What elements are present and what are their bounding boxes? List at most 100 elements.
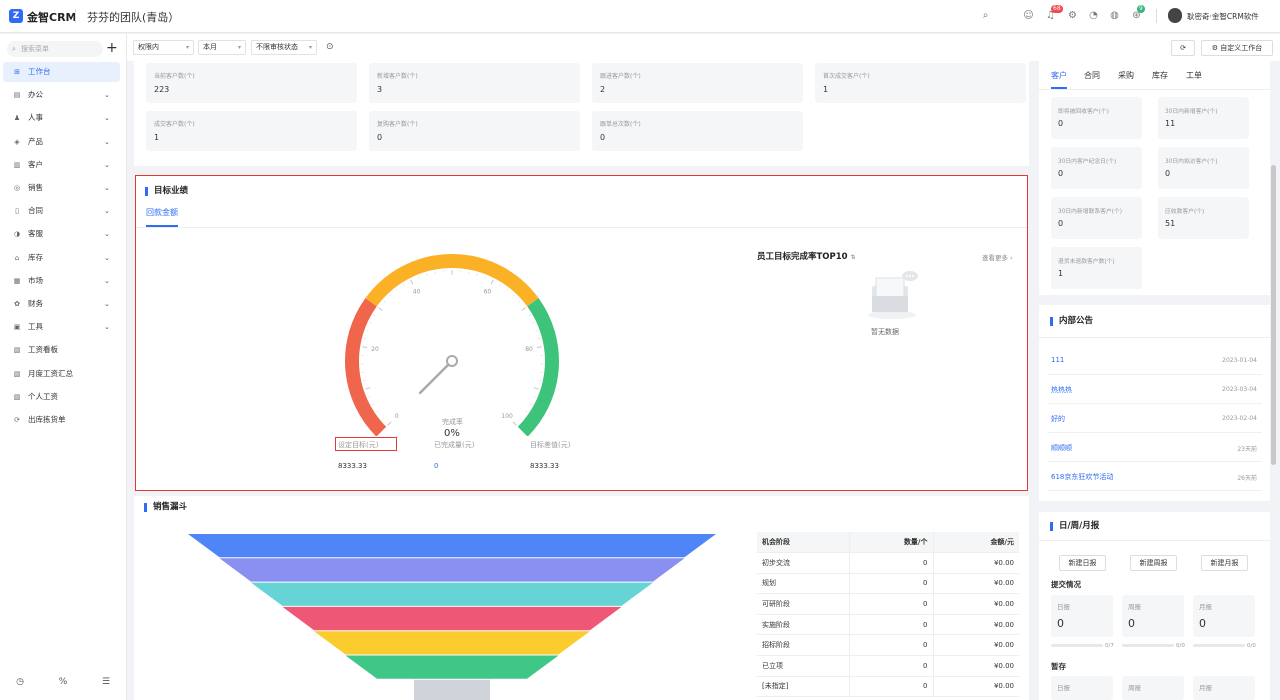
globe-icon[interactable]: ◍ <box>1108 9 1121 22</box>
sidebar-item-9[interactable]: ▦ 市场 ⌄ <box>3 271 120 291</box>
tab-work-order[interactable]: 工单 <box>1186 70 1202 81</box>
report-card[interactable]: 周报 0 <box>1122 595 1184 637</box>
tab-payment-amount[interactable]: 回款金额 <box>146 207 178 227</box>
collapse-menu-icon[interactable]: ☰ <box>99 677 113 691</box>
new-monthly-report-button[interactable]: 新建月报 <box>1201 555 1248 571</box>
funnel-segment[interactable] <box>282 606 622 631</box>
sidebar-item-13[interactable]: ▧ 月度工资汇总 <box>3 364 120 384</box>
filter-settings-icon[interactable]: ⊙ <box>326 42 334 52</box>
divider <box>1156 9 1157 23</box>
tab-contract[interactable]: 合同 <box>1084 70 1100 81</box>
panel-title: 日/周/月报 <box>1050 522 1099 531</box>
tab-purchase[interactable]: 采购 <box>1118 70 1134 81</box>
new-daily-report-button[interactable]: 新建日报 <box>1059 555 1106 571</box>
clock-icon[interactable]: ◔ <box>1087 9 1100 22</box>
funnel-chart <box>188 534 716 700</box>
funnel-segment[interactable] <box>219 558 685 582</box>
gear-icon[interactable]: ⚙ <box>1066 9 1079 22</box>
notice-link[interactable]: 顺顺顺 <box>1051 443 1072 453</box>
sidebar-item-2[interactable]: ♟ 人事 ⌄ <box>3 108 120 128</box>
report-value: 0 <box>1128 617 1135 630</box>
sidebar-item-10[interactable]: ✿ 财务 ⌄ <box>3 294 120 314</box>
chevron-down-icon: ⌄ <box>104 160 110 169</box>
divider <box>1039 540 1270 541</box>
sidebar-item-1[interactable]: ▤ 办公 ⌄ <box>3 85 120 105</box>
notice-link[interactable]: 111 <box>1051 356 1064 364</box>
draft-card[interactable]: 月报 <box>1193 676 1255 700</box>
funnel-table: 机会阶段 数量/个 金额/元 初步交流 0 ¥0.00 规划 0 ¥0.00 可研阶段 0 ¥0… <box>757 532 1019 698</box>
user-name[interactable]: 耿密奇·金智CRM软件 <box>1187 11 1259 22</box>
sidebar-item-6[interactable]: ▯ 合同 ⌄ <box>3 201 120 221</box>
stat-card: 跟进客户数(个) 2 <box>592 63 803 103</box>
sidebar-item-11[interactable]: ▣ 工具 ⌄ <box>3 317 120 337</box>
new-weekly-report-button[interactable]: 新建周报 <box>1130 555 1177 571</box>
sales-funnel-panel: 销售漏斗 机会阶段 数量/个 金额/元 初步交流 0 ¥0.00 规划 0 ¥0.00 可研… <box>134 496 1029 700</box>
sidebar-item-0[interactable]: ⊞ 工作台 <box>3 62 120 82</box>
sidebar-item-14[interactable]: ▧ 个人工资 <box>3 387 120 407</box>
audit-select[interactable]: 不限审核状态 ▾ <box>251 40 317 55</box>
funnel-segment[interactable] <box>414 679 490 700</box>
avatar[interactable] <box>1168 8 1182 23</box>
table-cell: 0 <box>849 552 934 574</box>
scope-select[interactable]: 权限内 ▾ <box>133 40 194 55</box>
report-card[interactable]: 日报 0 <box>1051 595 1113 637</box>
stat-value: 3 <box>377 85 383 94</box>
panel-title: 目标业绩 <box>145 187 188 196</box>
chevron-down-icon: ▾ <box>237 44 241 51</box>
table-cell: 0 <box>849 573 934 595</box>
view-more-link[interactable]: 查看更多 › <box>982 252 1013 262</box>
divider <box>1047 461 1262 462</box>
stat-label: 当前客户数(个) <box>154 73 195 80</box>
search-input[interactable]: ⌕ 搜索菜单 <box>7 41 103 57</box>
sidebar-item-label: 客服 <box>28 229 43 239</box>
column-header: 金额/元 <box>933 532 1019 554</box>
divider <box>1047 374 1262 375</box>
funnel-segment[interactable] <box>314 631 590 655</box>
sidebar-item-8[interactable]: ⌂ 库存 ⌄ <box>3 248 120 268</box>
customize-button[interactable]: ⚙ 自定义工作台 <box>1201 40 1273 56</box>
tab-customer[interactable]: 客户 <box>1051 70 1067 89</box>
sidebar-item-label: 月度工资汇总 <box>28 368 73 378</box>
add-menu-button[interactable]: + <box>106 40 118 56</box>
notice-link[interactable]: 好的 <box>1051 414 1065 424</box>
notice-link[interactable]: 热热热 <box>1051 385 1072 395</box>
stat-card: 即将被回收客户(个) 0 <box>1051 97 1142 139</box>
funnel-segment[interactable] <box>188 534 716 558</box>
sidebar-item-15[interactable]: ⟳ 出库拣货单 <box>3 410 120 430</box>
sidebar-item-12[interactable]: ▧ 工资看板 <box>3 340 120 360</box>
funnel-segment[interactable] <box>251 582 653 606</box>
period-select[interactable]: 本月 ▾ <box>198 40 246 55</box>
top10-title: 员工目标完成率TOP10 ⇅ <box>757 252 856 262</box>
tab-inventory[interactable]: 库存 <box>1152 70 1168 81</box>
refresh-button[interactable]: ⟳ <box>1171 40 1195 56</box>
notice-date: 26天前 <box>1237 475 1257 482</box>
search-icon[interactable]: ⌕ <box>979 9 992 22</box>
stat-card: 30日内客户纪念日(个) 0 <box>1051 147 1142 189</box>
contacts-icon[interactable]: ☺ <box>1022 9 1035 22</box>
gauge-tick <box>528 314 531 316</box>
sidebar-item-label: 财务 <box>28 299 43 308</box>
sidebar-item-3[interactable]: ◈ 产品 ⌄ <box>3 132 120 152</box>
stat-label: 新增客户数(个) <box>377 73 418 80</box>
draft-label: 月报 <box>1199 684 1212 692</box>
notice-link[interactable]: 618京东狂欢节活动 <box>1051 472 1113 482</box>
chevron-down-icon: ⌄ <box>104 300 110 308</box>
history-icon[interactable]: ◷ <box>13 677 27 691</box>
sidebar-item-5[interactable]: ◎ 销售 ⌄ <box>3 178 120 198</box>
info-icon[interactable]: ⇅ <box>851 254 856 261</box>
report-value: 0 <box>1057 617 1064 630</box>
scrollbar[interactable] <box>1271 165 1276 465</box>
team-name[interactable]: 芬芬的团队(青岛） <box>87 9 179 25</box>
table-cell: 规划 <box>757 573 850 595</box>
percent-icon[interactable]: % <box>56 677 70 691</box>
sidebar-item-label: 个人工资 <box>28 391 58 401</box>
sidebar-item-7[interactable]: ◑ 客服 ⌄ <box>3 224 120 244</box>
sidebar-item-4[interactable]: ▥ 客户 ⌄ <box>3 155 120 175</box>
draft-card[interactable]: 日报 <box>1051 676 1113 700</box>
gauge-tick-label: 0 <box>395 413 399 420</box>
stat-card: 新增客户数(个) 3 <box>369 63 580 103</box>
table-cell: [未指定] <box>757 676 850 698</box>
report-card[interactable]: 月报 0 <box>1193 595 1255 637</box>
draft-card[interactable]: 周报 <box>1122 676 1184 700</box>
funnel-segment[interactable] <box>345 655 559 679</box>
